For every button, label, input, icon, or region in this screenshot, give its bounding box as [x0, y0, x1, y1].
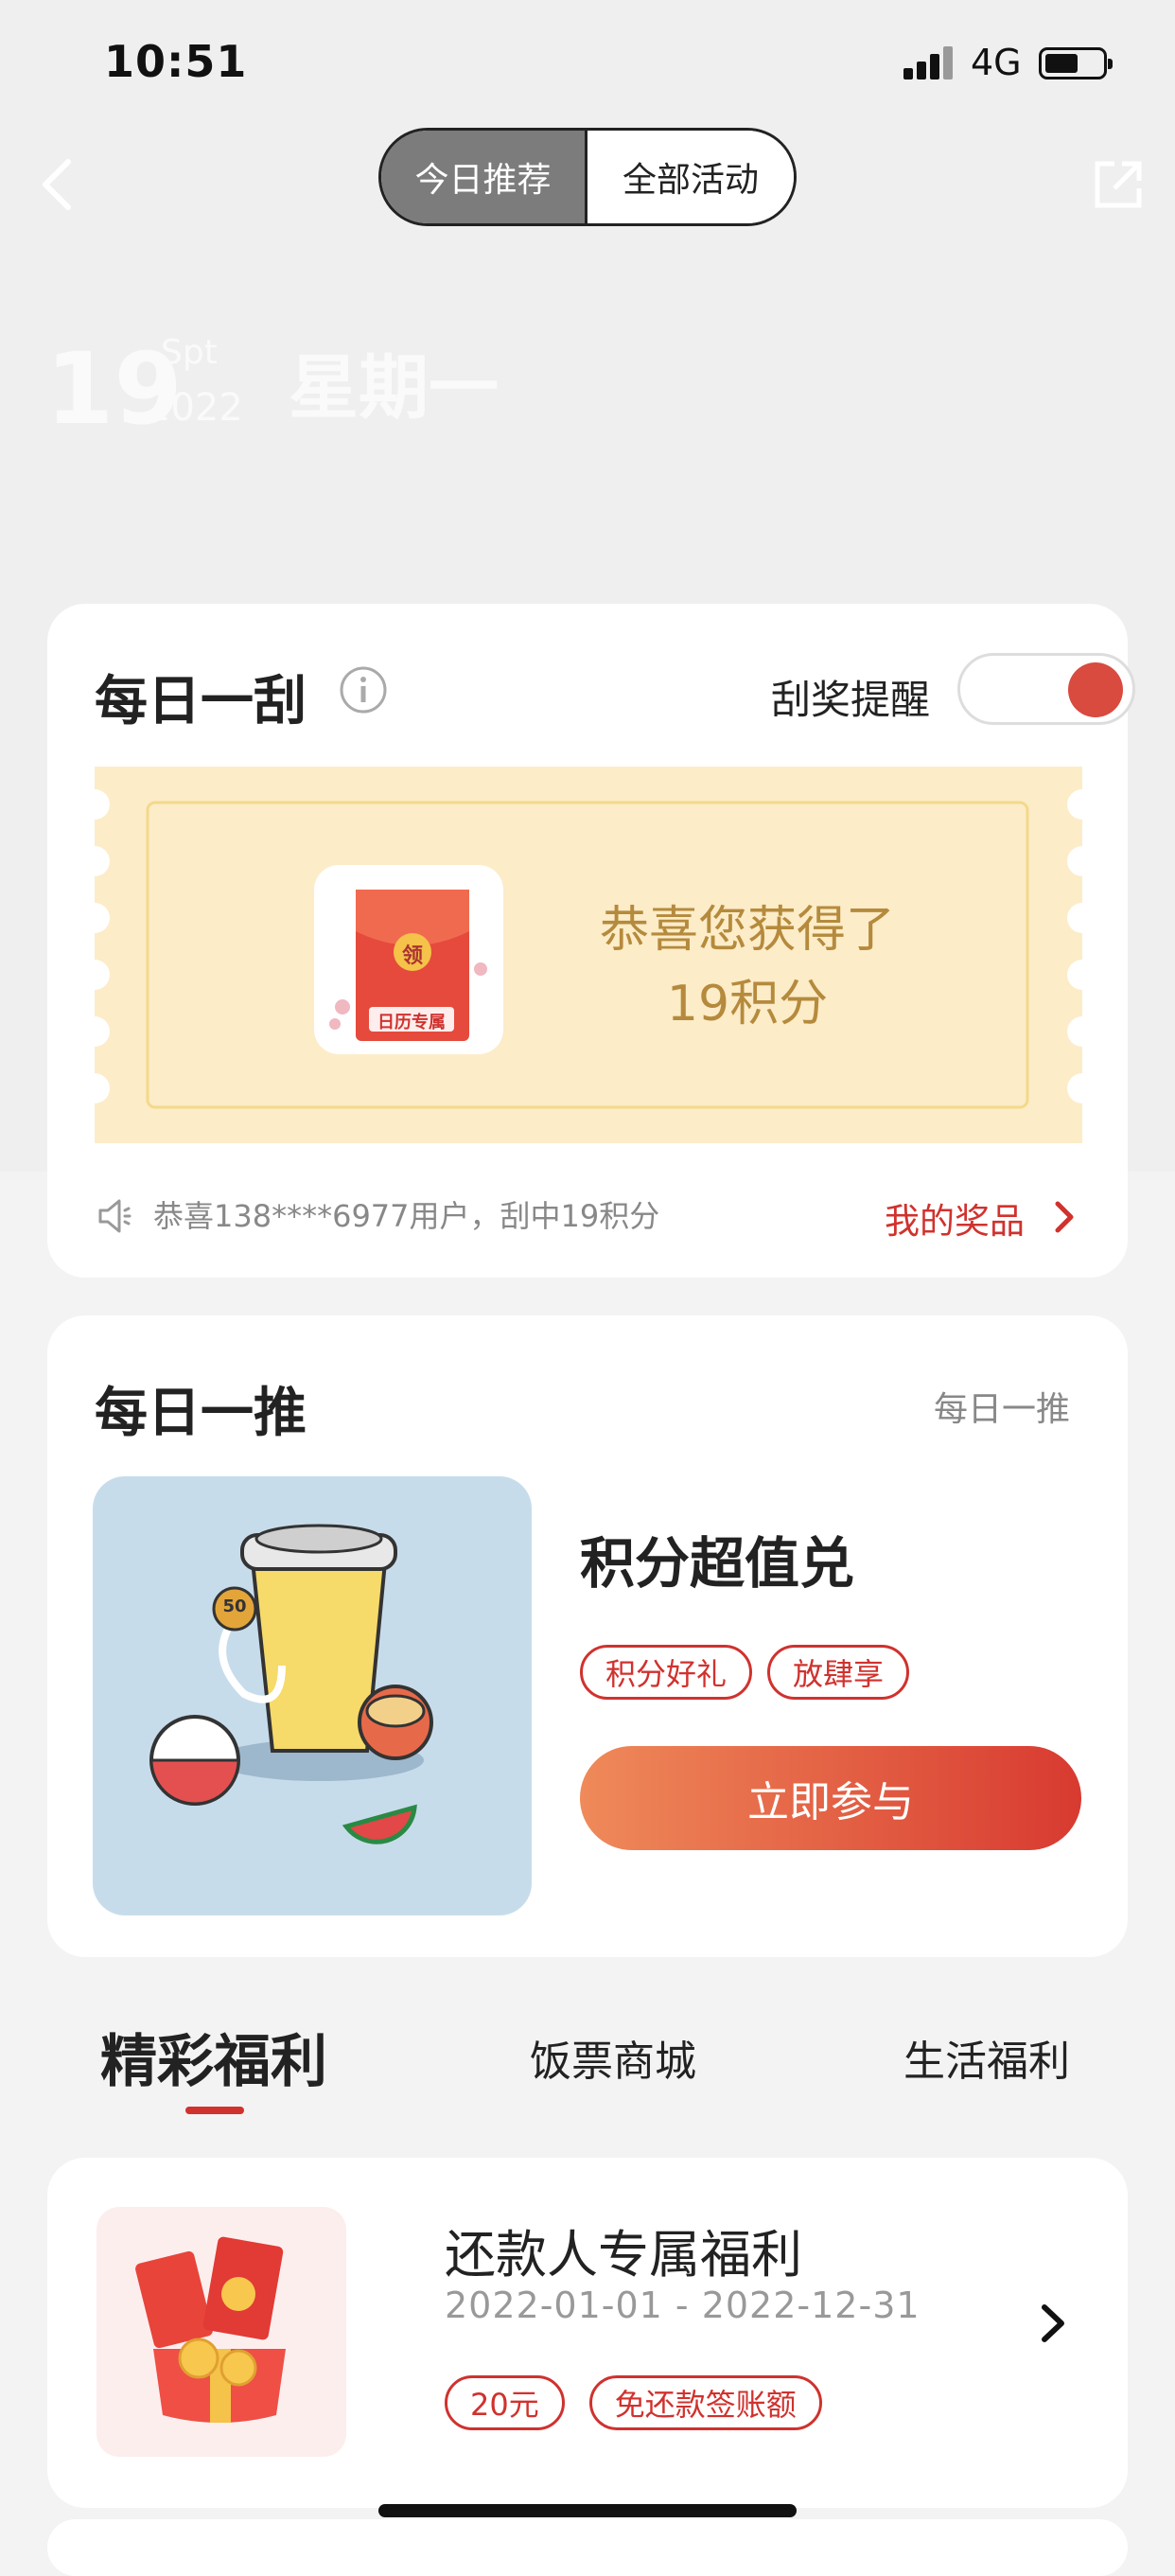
next-card	[47, 2519, 1128, 2576]
prize-thumbnail: 领 日历专属	[314, 865, 503, 1054]
remind-toggle[interactable]	[957, 653, 1135, 725]
scratch-card: 每日一刮 刮奖提醒 领 日历专属 恭喜您获得了 19积分 恭喜138****69…	[47, 604, 1135, 1278]
toggle-knob	[1068, 662, 1123, 717]
coffee-cup-illustration	[149, 1524, 433, 1844]
welfare-title: 还款人专属福利	[445, 2225, 802, 2285]
battery-icon	[1039, 47, 1113, 79]
tab-meal-ticket-mall[interactable]: 饭票商城	[530, 2027, 696, 2088]
welfare-date-range: 2022-01-01 - 2022-12-31	[445, 2285, 921, 2326]
gift-box-icon	[135, 2236, 286, 2423]
promo-image[interactable]: 50	[93, 1476, 532, 1915]
network-label: 4G	[971, 42, 1022, 83]
my-prizes-link[interactable]: 我的奖品	[885, 1192, 1025, 1244]
info-icon[interactable]	[339, 665, 388, 715]
daily-push-card: 每日一推 每日一推 50 积分超值兑 积分好礼 放肆享 立即参与	[47, 1315, 1128, 1957]
cup-badge: 50	[222, 1597, 247, 1616]
daily-push-more[interactable]: 每日一推	[934, 1382, 1070, 1431]
share-icon[interactable]	[1090, 156, 1147, 213]
date-month: Spt	[161, 333, 218, 372]
home-indicator	[378, 2504, 797, 2517]
gift-box-image	[96, 2207, 346, 2457]
promo-title: 积分超值兑	[580, 1531, 855, 1596]
tab-today-recommend[interactable]: 今日推荐	[381, 131, 588, 223]
tab-featured-welfare[interactable]: 精彩福利	[100, 2016, 327, 2098]
date-year: 2022	[147, 386, 243, 430]
daily-push-title: 每日一推	[95, 1383, 307, 1444]
welfare-tabs: 精彩福利 饭票商城 生活福利	[0, 2016, 1175, 2114]
status-time: 10:51	[104, 36, 248, 87]
winner-ticker: 恭喜138****6977用户，刮中19积分	[153, 1198, 660, 1234]
remind-label: 刮奖提醒	[771, 677, 931, 723]
welfare-tag: 20元	[445, 2375, 565, 2430]
prize-text-line2: 19积分	[666, 976, 829, 1032]
tab-all-activities[interactable]: 全部活动	[588, 131, 794, 223]
welfare-tags: 20元 免还款签账额	[445, 2375, 822, 2430]
chevron-right-icon[interactable]	[1050, 1198, 1079, 1236]
welfare-tag: 免还款签账额	[588, 2375, 822, 2430]
speaker-icon	[98, 1199, 132, 1233]
signal-icon	[903, 45, 958, 79]
scratch-title: 每日一刮	[95, 671, 307, 732]
prize-caption: 日历专属	[377, 1013, 446, 1032]
date-weekday: 星期一	[289, 347, 499, 429]
join-now-button[interactable]: 立即参与	[580, 1746, 1081, 1850]
prize-text-line1: 恭喜您获得了	[599, 902, 895, 959]
promo-tag: 积分好礼	[580, 1645, 753, 1700]
back-icon[interactable]	[38, 156, 76, 213]
welfare-item-card[interactable]: 还款人专属福利 2022-01-01 - 2022-12-31 20元 免还款签…	[47, 2158, 1128, 2508]
tab-life-welfare[interactable]: 生活福利	[903, 2027, 1070, 2088]
chevron-right-icon[interactable]	[1039, 2300, 1067, 2347]
segmented-control: 今日推荐 全部活动	[378, 128, 797, 226]
promo-tags: 积分好礼 放肆享	[580, 1645, 910, 1700]
promo-tag: 放肆享	[767, 1645, 910, 1700]
prize-badge: 领	[401, 944, 423, 968]
active-tab-indicator	[185, 2107, 244, 2114]
